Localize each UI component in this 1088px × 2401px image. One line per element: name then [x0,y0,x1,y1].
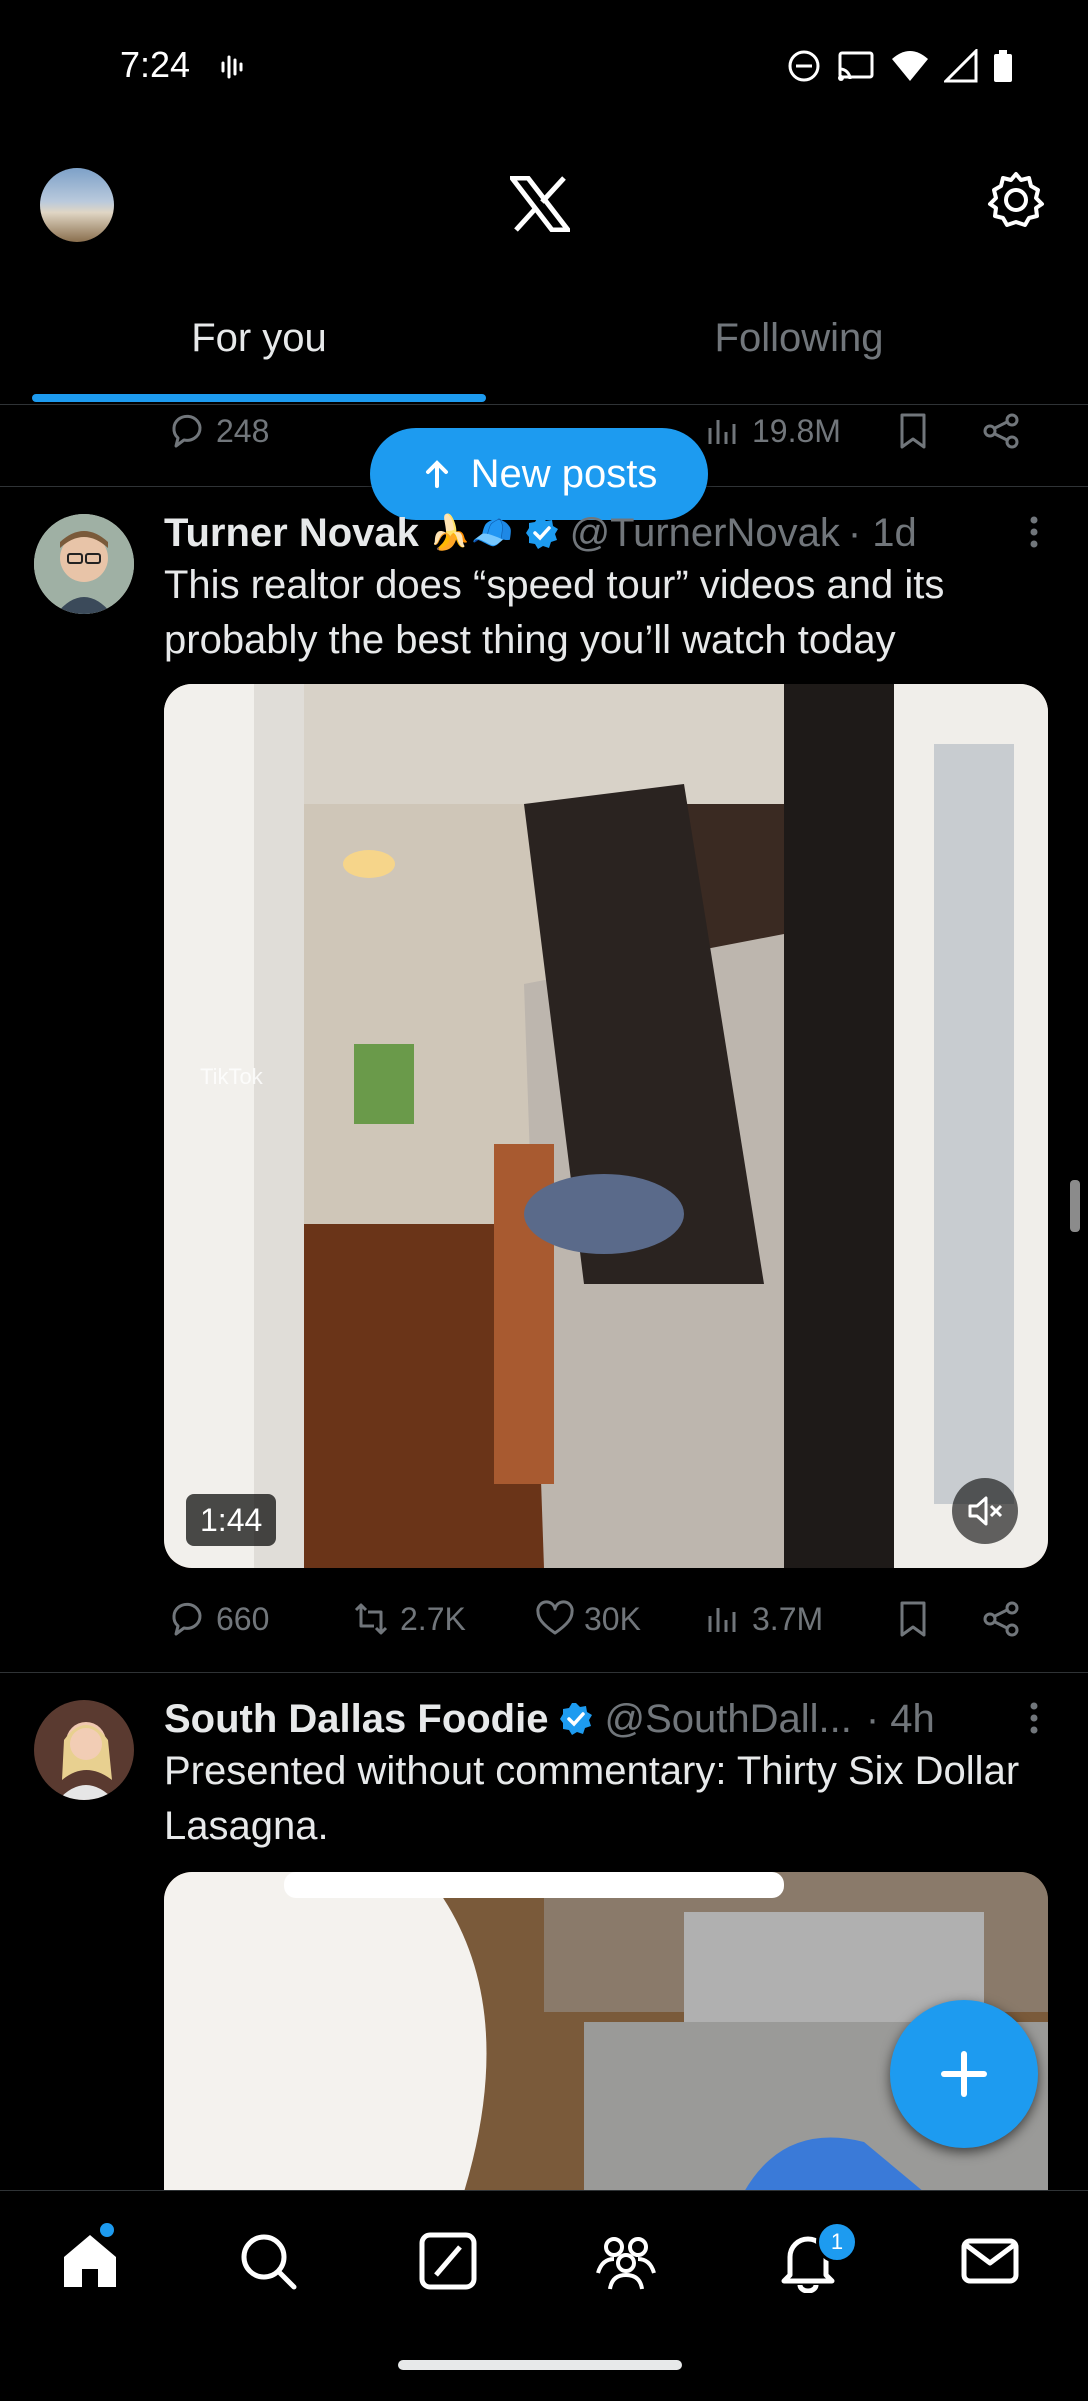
search-icon[interactable] [236,2229,300,2293]
heart-icon [536,1600,574,1635]
like-button[interactable]: 30K [534,1598,641,1640]
reply-button[interactable]: 660 [166,1598,269,1640]
audio-wave-icon [218,52,248,82]
video-frame [164,684,1048,1568]
post-text: This realtor does “speed tour” videos an… [164,563,945,662]
video-duration: 1:44 [186,1494,277,1546]
repost-icon [354,1603,388,1635]
verified-badge-icon [524,515,560,551]
post-header: Turner Novak 🍌🧢 @TurnerNovak · 1d [164,508,1044,558]
post-actions: 660 2.7K 30K 3.7M [164,1598,1044,1648]
like-count: 30K [584,1600,641,1637]
reply-icon [172,1602,202,1636]
messages-icon[interactable] [958,2229,1022,2293]
x-logo-icon[interactable] [510,176,570,232]
share-button[interactable] [980,410,1022,452]
reply-count: 660 [216,1600,270,1637]
status-icons [786,48,1014,84]
bookmark-icon [900,413,926,449]
speaker-muted-icon [968,1496,1003,1526]
new-posts-button[interactable]: New posts [370,428,708,520]
notification-badge: 1 [816,2221,858,2263]
reply-button[interactable]: 248 [166,410,269,452]
wifi-icon [892,51,928,81]
views-icon [708,420,736,444]
communities-icon[interactable] [594,2229,658,2293]
post-divider [0,1672,1088,1673]
home-icon[interactable] [58,2229,122,2293]
post-video[interactable]: TikTok 1:44 [164,684,1048,1568]
gear-icon[interactable] [986,170,1046,230]
home-unread-dot [100,2223,114,2237]
more-options-icon[interactable] [1024,512,1044,552]
gesture-bar[interactable] [398,2360,682,2370]
views-icon [708,1608,736,1632]
reply-icon [172,414,202,448]
more-options-icon[interactable] [1024,1698,1044,1738]
views-count: 19.8M [752,412,841,449]
new-posts-label: New posts [470,451,658,496]
author-handle[interactable]: @TurnerNovak [570,511,840,556]
battery-icon [994,50,1012,82]
signal-icon [944,49,978,83]
dnd-icon [788,50,820,82]
compose-post-button[interactable] [890,2000,1038,2148]
repost-count: 2.7K [400,1600,466,1637]
views-button[interactable]: 19.8M [702,410,841,452]
tab-following[interactable]: Following [544,316,1054,361]
bookmark-icon [900,1601,926,1637]
author-handle[interactable]: @SouthDall... [604,1697,851,1742]
reply-count: 248 [216,412,270,449]
verified-badge-icon [558,1701,594,1737]
views-count: 3.7M [752,1600,824,1637]
post-time: · 1d [847,510,917,555]
author-name[interactable]: South Dallas Foodie [164,1697,548,1742]
plus-icon [941,2051,987,2097]
scrollbar-thumb[interactable] [1070,1180,1080,1232]
cast-icon [838,51,874,81]
tiktok-watermark: TikTok [200,1064,263,1089]
avatar[interactable] [34,1700,134,1800]
post-time: · 4h [865,1696,935,1741]
profile-avatar[interactable] [40,168,114,242]
share-icon [983,413,1019,449]
arrow-up-icon [425,460,448,488]
mute-button[interactable] [952,1478,1018,1544]
grok-icon[interactable] [416,2229,480,2293]
bookmark-button[interactable] [892,1598,934,1640]
avatar[interactable] [34,514,134,614]
post-text: Presented without commentary: Thirty Six… [164,1749,1020,1848]
tab-for-you[interactable]: For you [0,316,518,361]
post-header: South Dallas Foodie @SouthDall... · 4h [164,1694,1044,1744]
share-icon [983,1601,1019,1637]
author-name[interactable]: Turner Novak [164,511,419,556]
tab-selected-indicator [32,394,486,402]
views-button[interactable]: 3.7M [702,1598,823,1640]
author-emoji: 🍌🧢 [428,514,514,552]
header-divider [0,404,1088,405]
status-time: 7:24 [120,44,191,85]
share-button[interactable] [980,1598,1022,1640]
bookmark-button[interactable] [892,410,934,452]
repost-button[interactable]: 2.7K [350,1598,466,1640]
